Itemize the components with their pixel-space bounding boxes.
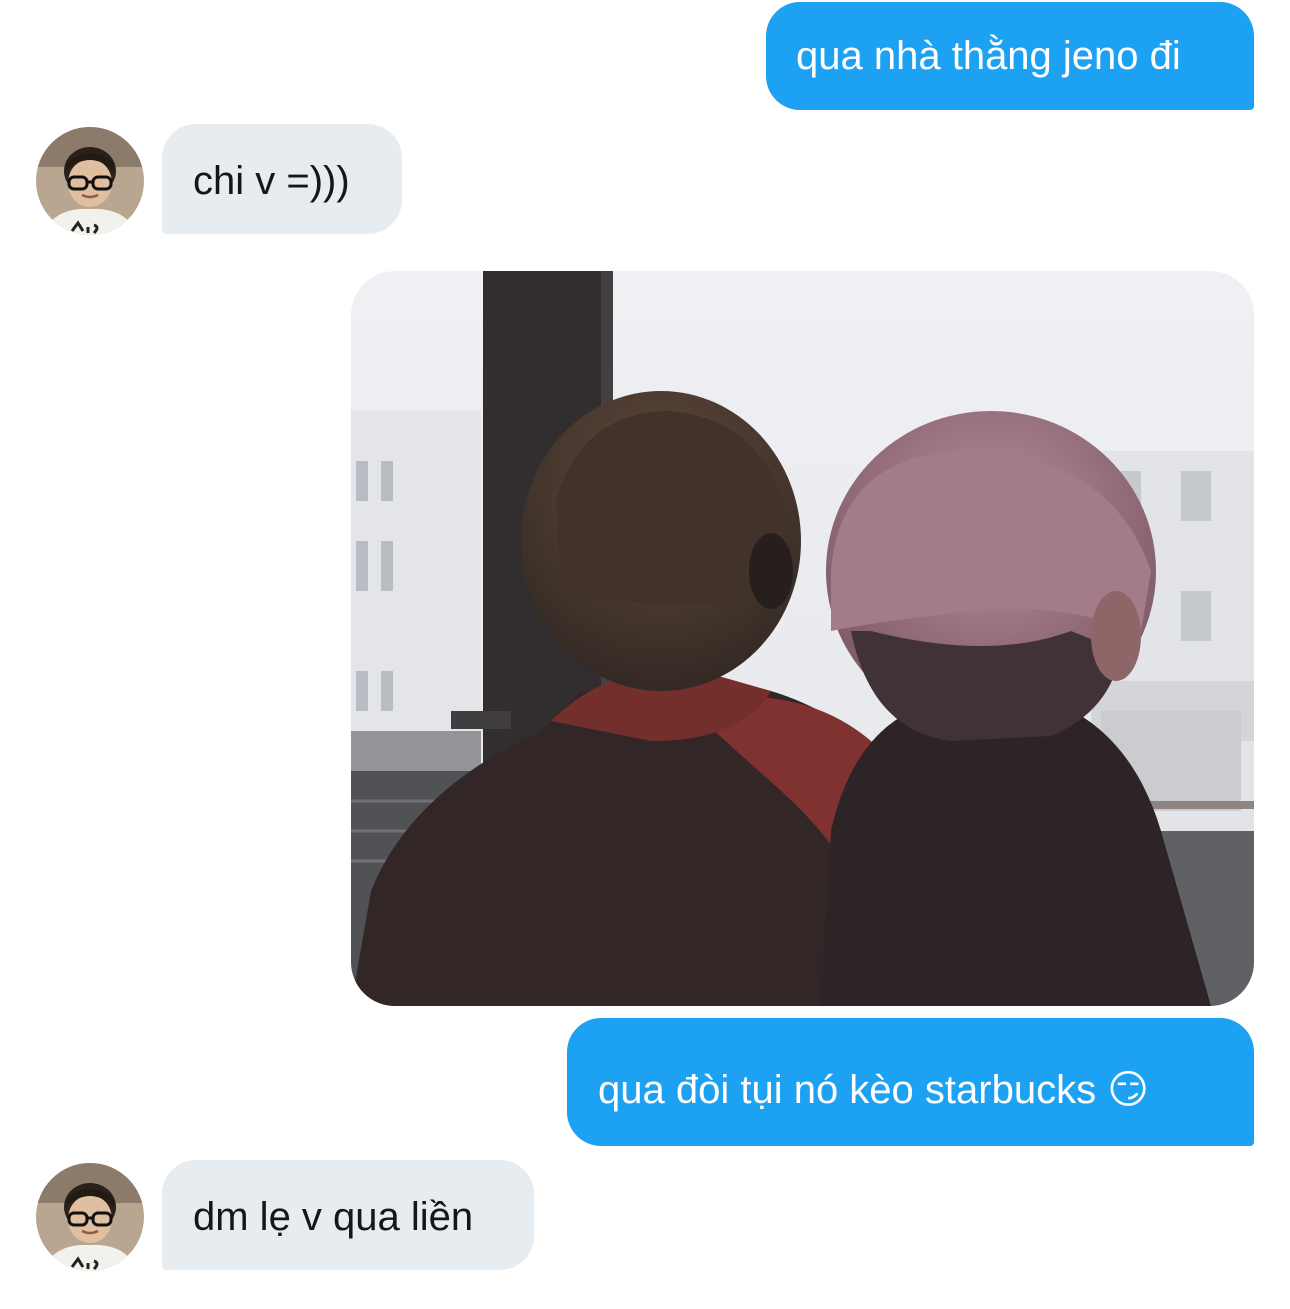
message-text: chi v =))) bbox=[193, 159, 350, 203]
message-text: dm lẹ v qua liền bbox=[193, 1195, 474, 1239]
avatar-image bbox=[36, 127, 144, 235]
received-message-bubble[interactable]: chi v =))) bbox=[162, 124, 402, 234]
contact-avatar[interactable] bbox=[36, 1163, 144, 1271]
received-message-bubble[interactable]: dm lẹ v qua liền bbox=[162, 1160, 534, 1270]
contact-avatar[interactable] bbox=[36, 127, 144, 235]
sent-image-message[interactable] bbox=[351, 271, 1254, 1006]
message-text: qua nhà thằng jeno đi bbox=[796, 34, 1181, 78]
avatar-image bbox=[36, 1163, 144, 1271]
sent-message-bubble[interactable]: qua nhà thằng jeno đi bbox=[766, 2, 1254, 110]
message-text: qua đòi tụi nó kèo starbucks 😏 bbox=[598, 1068, 1149, 1112]
photo-two-people-at-window bbox=[351, 271, 1254, 1006]
sent-message-bubble[interactable]: qua đòi tụi nó kèo starbucks 😏 bbox=[567, 1018, 1254, 1146]
